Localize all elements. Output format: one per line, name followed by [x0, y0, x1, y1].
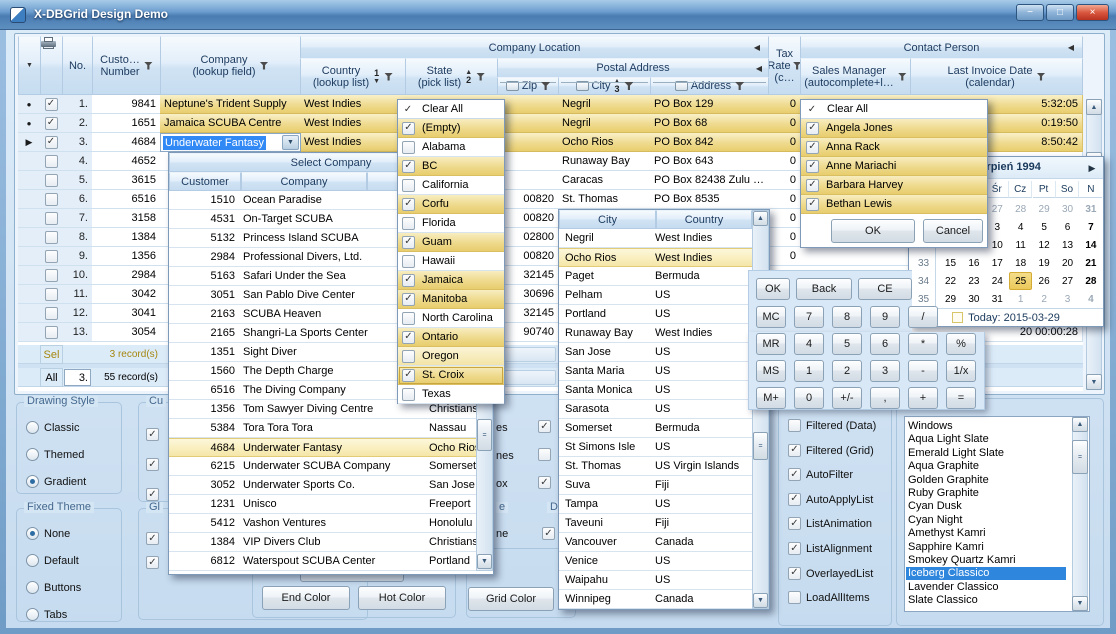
title-bar: X-DBGrid Design Demo − □ × — [0, 0, 1116, 30]
window-title: X-DBGrid Design Demo — [34, 7, 168, 21]
minimize-button[interactable]: − — [1016, 4, 1044, 21]
app-window: X-DBGrid Design Demo − □ × ▼No.Custo…Num… — [0, 0, 1116, 634]
client-area — [6, 30, 1110, 628]
app-icon — [10, 7, 26, 23]
maximize-button[interactable]: □ — [1046, 4, 1074, 21]
close-button[interactable]: × — [1076, 4, 1109, 21]
